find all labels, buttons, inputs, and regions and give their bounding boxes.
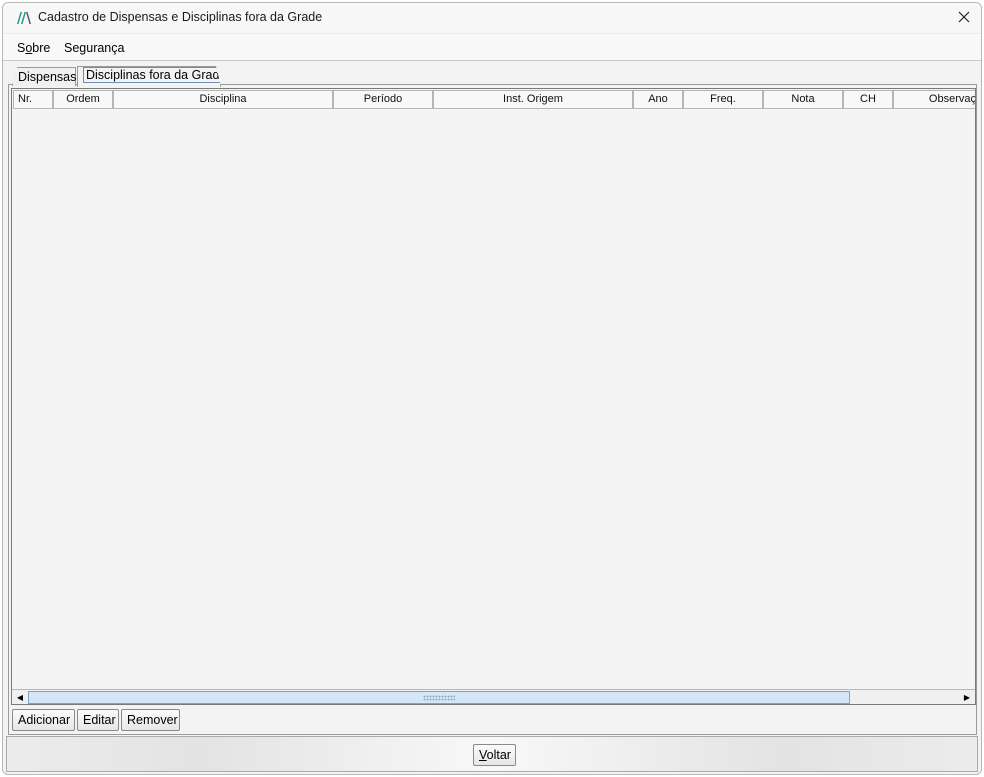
menu-seguranca[interactable]: Segurança bbox=[64, 41, 124, 55]
close-icon bbox=[958, 11, 970, 26]
menu-bar: Sobre Segurança bbox=[3, 33, 981, 61]
close-button[interactable] bbox=[951, 5, 977, 31]
column-header-ordem[interactable]: Ordem bbox=[53, 90, 113, 109]
add-button[interactable]: Adicionar bbox=[12, 709, 75, 731]
back-button-label: oltar bbox=[486, 748, 511, 762]
data-table[interactable]: Nr. Ordem Disciplina Período Inst. Orige… bbox=[11, 88, 976, 705]
tab-disciplinas-fora-da-grade[interactable]: Disciplinas fora da Grade bbox=[77, 66, 221, 87]
app-logo-icon bbox=[16, 11, 32, 25]
tab-dispensas[interactable]: Dispensas bbox=[12, 67, 76, 86]
scroll-left-icon: ◀ bbox=[16, 692, 24, 702]
scroll-right-icon: ▶ bbox=[963, 692, 971, 702]
column-header-disciplina[interactable]: Disciplina bbox=[113, 90, 333, 109]
tab-disciplinas-label: Disciplinas fora da Grade bbox=[83, 67, 229, 83]
grip-icon bbox=[423, 695, 455, 701]
edit-button[interactable]: Editar bbox=[77, 709, 119, 731]
column-header-inst-origem[interactable]: Inst. Origem bbox=[433, 90, 633, 109]
back-button-mnemonic: V bbox=[479, 748, 487, 762]
table-header: Nr. Ordem Disciplina Período Inst. Orige… bbox=[12, 89, 975, 110]
tab-dispensas-label: Dispensas bbox=[18, 70, 77, 84]
column-header-ano[interactable]: Ano bbox=[633, 90, 683, 109]
column-header-periodo[interactable]: Período bbox=[333, 90, 433, 109]
remove-button[interactable]: Remover bbox=[121, 709, 180, 731]
column-header-nota[interactable]: Nota bbox=[763, 90, 843, 109]
column-header-freq[interactable]: Freq. bbox=[683, 90, 763, 109]
column-header-ch[interactable]: CH bbox=[843, 90, 893, 109]
menu-sobre[interactable]: Sobre bbox=[17, 41, 50, 55]
back-button[interactable]: Voltar bbox=[473, 744, 516, 766]
window-title: Cadastro de Dispensas e Disciplinas fora… bbox=[38, 10, 323, 24]
column-header-observacao[interactable]: Observaç bbox=[893, 90, 975, 109]
scroll-left-button[interactable]: ◀ bbox=[12, 690, 28, 704]
scrollbar-thumb[interactable] bbox=[28, 691, 850, 704]
horizontal-scrollbar[interactable]: ◀ ▶ bbox=[12, 689, 975, 704]
title-bar[interactable]: Cadastro de Dispensas e Disciplinas fora… bbox=[3, 3, 981, 33]
scroll-right-button[interactable]: ▶ bbox=[959, 690, 975, 704]
column-header-nr[interactable]: Nr. bbox=[13, 90, 53, 109]
